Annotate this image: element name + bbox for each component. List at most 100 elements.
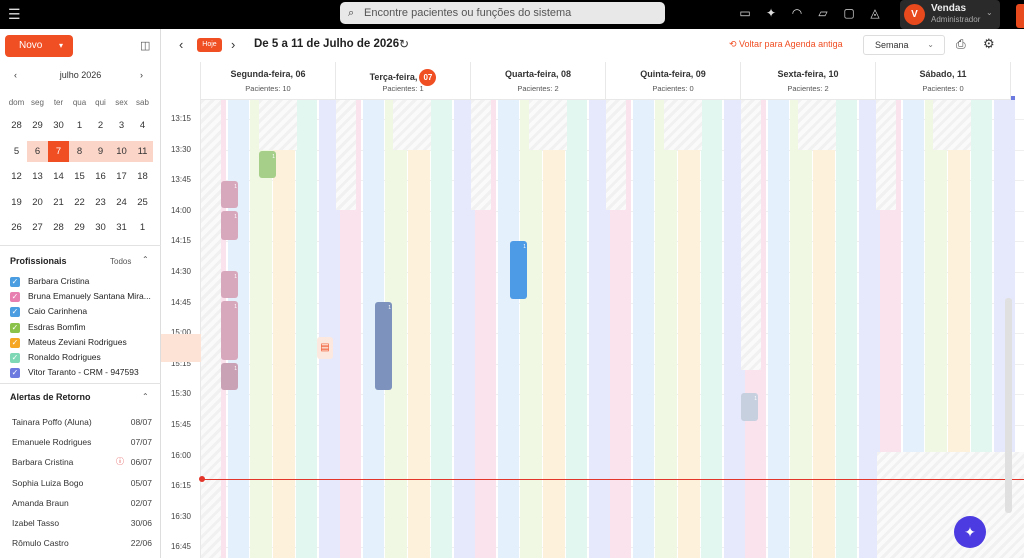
calendar-day[interactable]: 13 — [27, 166, 48, 187]
user-menu[interactable]: V Vendas Administrador ⌄ — [900, 0, 1000, 29]
calendar-day[interactable]: 1 — [69, 115, 90, 136]
print-icon[interactable]: ⎙ — [956, 37, 966, 52]
calendar-day[interactable]: 27 — [27, 217, 48, 238]
calendar-day[interactable]: 16 — [90, 166, 111, 187]
calendar-day[interactable]: 23 — [90, 192, 111, 213]
calendar-day[interactable]: 26 — [6, 217, 27, 238]
calendar-day[interactable]: 6 — [27, 140, 48, 162]
checkbox-checked-icon[interactable]: ✓ — [10, 277, 20, 287]
side-tab[interactable] — [1016, 4, 1024, 28]
hoje-button[interactable]: Hoje — [197, 38, 222, 52]
next-week-icon[interactable]: › — [231, 37, 235, 52]
calendar-day[interactable]: 8 — [69, 140, 90, 162]
professional-column[interactable] — [790, 100, 812, 558]
announcement-icon[interactable]: ▱ — [810, 6, 836, 20]
alerta-item[interactable]: Sophia Luiza Bogo 05/07 — [12, 476, 152, 496]
alerta-item[interactable]: Tainara Poffo (Aluna) 08/07 — [12, 415, 152, 435]
appointment-block[interactable]: 1 — [259, 151, 276, 178]
professional-item[interactable]: ✓ Esdras Bomfim — [10, 321, 160, 336]
chat-icon[interactable]: ▢ — [836, 6, 862, 20]
calendar-day[interactable]: 7 — [48, 140, 69, 162]
professional-column[interactable] — [565, 100, 588, 558]
calendar-day[interactable]: 11 — [132, 140, 153, 162]
calendar-day[interactable]: 22 — [69, 192, 90, 213]
calendar-day[interactable]: 24 — [111, 192, 132, 213]
alerta-item[interactable]: Rômulo Castro 22/06 — [12, 536, 152, 556]
checkbox-checked-icon[interactable]: ✓ — [10, 322, 20, 333]
view-select[interactable]: Semana ⌄ — [863, 35, 945, 55]
calendar-day[interactable]: 3 — [111, 115, 132, 136]
day-header[interactable]: Sábado, 11 Pacientes: 0 — [876, 62, 1011, 100]
appointment-block[interactable]: 1 — [510, 241, 527, 299]
professional-column[interactable] — [430, 100, 453, 558]
alerta-item[interactable]: Barbara Cristina ⓘ 06/07 — [12, 455, 152, 475]
day-header[interactable]: Quinta-feira, 09 Pacientes: 0 — [606, 62, 741, 100]
professional-column[interactable] — [678, 100, 700, 558]
calendar-day[interactable]: 1 — [132, 217, 153, 238]
professional-item[interactable]: ✓ Bruna Emanuely Santana Mira... — [10, 290, 160, 305]
calendar-day[interactable]: 28 — [6, 115, 27, 136]
gear-icon[interactable]: ⚙ — [983, 36, 995, 52]
checkbox-checked-icon[interactable]: ✓ — [10, 352, 20, 363]
calendar-day[interactable]: 31 — [111, 217, 132, 238]
professional-item[interactable]: ✓ Caio Carinhena — [10, 305, 160, 320]
calendar-note-icon[interactable]: ▤ — [317, 337, 333, 359]
calendar-day[interactable]: 30 — [90, 217, 111, 238]
video-icon[interactable]: ▭ — [732, 6, 758, 20]
professional-item[interactable]: ✓ Mateus Zeviani Rodrigues — [10, 336, 160, 351]
chevron-up-icon[interactable]: ⌃ — [142, 255, 149, 264]
professional-item[interactable]: ✓ Vitor Taranto - CRM - 947593 — [10, 366, 160, 381]
todos-toggle[interactable]: Todos — [110, 257, 131, 266]
calendar-day[interactable]: 20 — [27, 192, 48, 213]
professional-column[interactable] — [700, 100, 723, 558]
headset-icon[interactable]: ◠ — [784, 6, 810, 20]
search-input[interactable]: ⌕ Encontre pacientes ou funções do siste… — [340, 2, 665, 24]
appointment-block[interactable]: 1 — [375, 302, 392, 390]
day-header[interactable]: Segunda-feira, 06 Pacientes: 10 — [201, 62, 336, 100]
collapse-sidebar-icon[interactable]: ◫ — [140, 39, 150, 52]
professional-column[interactable] — [543, 100, 565, 558]
professional-column[interactable] — [835, 100, 858, 558]
calendar-day[interactable]: 9 — [90, 140, 111, 162]
calendar-day[interactable]: 2 — [90, 115, 111, 136]
appointment-block[interactable]: 1 — [221, 301, 238, 360]
calendar-day[interactable]: 30 — [48, 115, 69, 136]
calendar-day[interactable]: 29 — [69, 217, 90, 238]
professional-column[interactable] — [408, 100, 430, 558]
professional-column[interactable] — [520, 100, 542, 558]
appointment-block[interactable]: 1 — [741, 393, 758, 421]
calendar-day[interactable]: 29 — [27, 115, 48, 136]
checkbox-checked-icon[interactable]: ✓ — [10, 292, 20, 303]
professional-item[interactable]: ✓ Barbara Cristina — [10, 275, 160, 290]
next-month-icon[interactable]: › — [140, 70, 143, 80]
sparkle-icon[interactable]: ✦ — [758, 6, 784, 20]
day-header[interactable]: Sexta-feira, 10 Pacientes: 2 — [741, 62, 876, 100]
professional-item[interactable]: ✓ Ronaldo Rodrigues — [10, 351, 160, 366]
novo-button[interactable]: Novo ▾ — [5, 35, 73, 57]
appointment-block[interactable]: 1 — [221, 181, 238, 208]
checkbox-checked-icon[interactable]: ✓ — [10, 307, 20, 318]
scrollbar[interactable] — [1005, 298, 1012, 513]
appointment-block[interactable]: 1 — [221, 363, 238, 390]
professional-column[interactable] — [632, 100, 655, 558]
calendar-day[interactable]: 14 — [48, 166, 69, 187]
appointment-block[interactable]: 1 — [221, 211, 238, 240]
bell-icon[interactable]: ◬ — [862, 6, 888, 20]
calendar-day[interactable]: 28 — [48, 217, 69, 238]
appointment-block[interactable]: 1 — [221, 271, 238, 298]
calendar-day[interactable]: 4 — [132, 115, 153, 136]
checkbox-checked-icon[interactable]: ✓ — [10, 337, 20, 348]
calendar-day[interactable]: 10 — [111, 140, 132, 162]
calendar-day[interactable]: 17 — [111, 166, 132, 187]
day-header[interactable]: Terça-feira, 07 Pacientes: 1 — [336, 62, 471, 100]
calendar-day[interactable]: 5 — [6, 141, 27, 162]
alerta-item[interactable]: Emanuele Rodrigues 07/07 — [12, 435, 152, 455]
professional-column[interactable] — [497, 100, 520, 558]
chevron-up-icon[interactable]: ⌃ — [142, 392, 149, 401]
calendar-day[interactable]: 18 — [132, 166, 153, 187]
calendar-day[interactable]: 25 — [132, 192, 153, 213]
calendar-day[interactable]: 12 — [6, 166, 27, 187]
alerta-item[interactable]: Izabel Tasso 30/06 — [12, 516, 152, 536]
day-header[interactable]: Quarta-feira, 08 Pacientes: 2 — [471, 62, 606, 100]
menu-icon[interactable]: ☰ — [8, 6, 22, 22]
